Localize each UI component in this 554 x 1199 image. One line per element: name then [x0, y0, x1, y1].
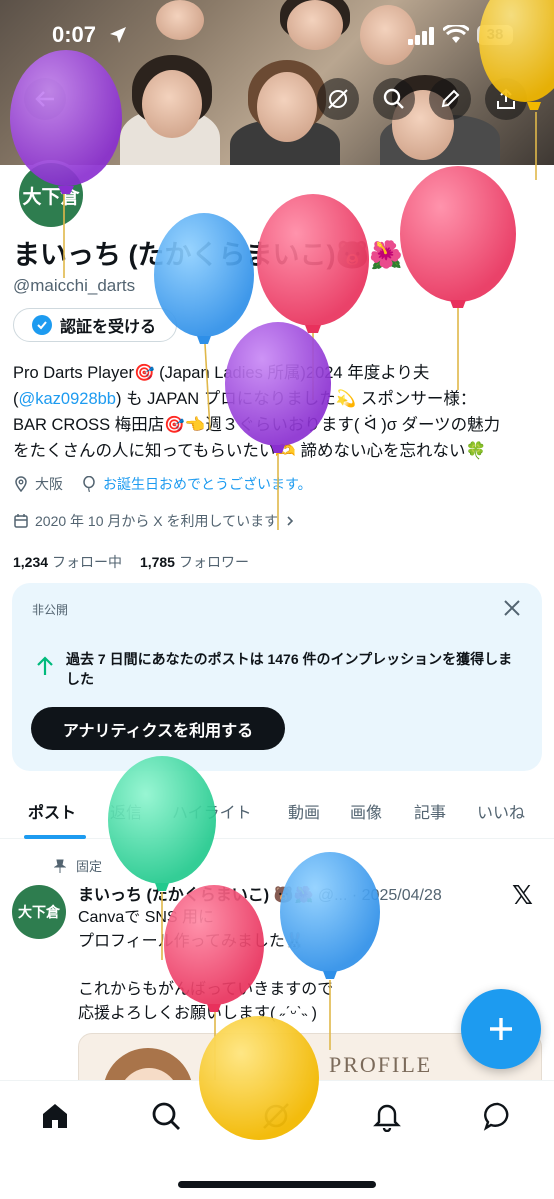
- wifi-icon: [443, 25, 469, 43]
- signal-icon: [408, 27, 434, 45]
- joined-date: 2020 年 10 月から X を利用しています: [35, 513, 279, 529]
- tab-videos[interactable]: 動画: [288, 799, 320, 823]
- share-icon: [497, 88, 515, 109]
- profile-bio: Pro Darts Player🎯 (Japan Ladies 所属)2024 …: [13, 360, 543, 464]
- post-handle: @...: [317, 887, 348, 904]
- chevron-right-icon: [287, 516, 294, 526]
- following-label: フォロー中: [52, 554, 123, 570]
- profile-handle: @maicchi_darts: [13, 276, 136, 295]
- get-verified-button[interactable]: 認証を受ける: [13, 308, 177, 342]
- bell-icon: [373, 1104, 401, 1132]
- balloon-pink-2: [400, 166, 516, 390]
- search-icon: [383, 88, 404, 109]
- tab-highlights[interactable]: ハイライト: [172, 799, 252, 823]
- profile-name: まいっち (たかくらまいこ)🐻🌺: [13, 240, 403, 270]
- share-button[interactable]: [485, 78, 527, 120]
- search-icon: [152, 1102, 180, 1130]
- following-link[interactable]: 1,234 フォロー中: [13, 554, 122, 570]
- verified-badge-icon: [32, 315, 52, 335]
- bio-line-2: (@kaz0928bb) も JAPAN プロになりました💫 スポンサー様：: [13, 386, 543, 412]
- post-date: 2025/04/28: [361, 887, 442, 904]
- back-button[interactable]: [24, 78, 66, 120]
- birthday-link[interactable]: お誕生日おめでとうございます。: [103, 474, 312, 494]
- location-arrow-icon: [110, 27, 126, 43]
- post-separator: ·: [351, 887, 358, 904]
- status-bar: 0:07 38: [0, 22, 554, 52]
- pinned-label: 固定: [76, 859, 103, 874]
- bio-mention-link[interactable]: @kaz0928bb: [19, 390, 117, 408]
- edit-button[interactable]: [429, 78, 471, 120]
- impressions-message: 過去 7 日間にあなたのポストは 1476 件のインプレッションを獲得しました: [66, 651, 513, 687]
- post-author[interactable]: まいっち (たかくらまいこ) 🐻🌺: [78, 887, 313, 904]
- grok-icon: [328, 89, 348, 109]
- bio-line-2-rest: ) も JAPAN プロになりました💫 スポンサー様：: [116, 390, 477, 408]
- following-count: 1,234: [13, 554, 49, 570]
- nav-grok[interactable]: [259, 1099, 293, 1133]
- profile-tabs: ポスト 返信 ハイライト 動画 画像 記事 いいね: [0, 785, 554, 839]
- plus-icon: [490, 1018, 512, 1040]
- bio-line-4: をたくさんの人に知ってもらいたい🫶 諦めない心を忘れない🍀: [13, 442, 487, 460]
- profile-avatar[interactable]: 大下倉: [16, 160, 86, 230]
- nav-notifications[interactable]: [370, 1099, 404, 1133]
- close-icon[interactable]: [502, 598, 522, 618]
- private-label: 非公開: [32, 603, 69, 617]
- joined-row[interactable]: 2020 年 10 月から X を利用しています: [13, 511, 296, 531]
- get-verified-label: 認証を受ける: [60, 319, 157, 336]
- profile-location: 大阪: [35, 476, 63, 492]
- followers-count: 1,785: [139, 554, 175, 570]
- post-header: まいっち (たかくらまいこ) 🐻🌺 @... · 2025/04/28: [78, 881, 498, 905]
- nav-search[interactable]: [149, 1099, 183, 1133]
- followers-link[interactable]: 1,785 フォロワー: [140, 554, 249, 570]
- x-logo-icon[interactable]: 𝕏: [512, 880, 533, 911]
- pinned-indicator: 固定: [54, 856, 102, 875]
- battery-indicator: 38: [477, 25, 513, 45]
- followers-label: フォロワー: [178, 554, 249, 570]
- bio-line-3: BAR CROSS 梅田店🎯👈週３ぐらいおります( ᐛ )σ ダーツの魅力: [13, 416, 501, 434]
- message-bubble-icon: [483, 1102, 509, 1131]
- grok-button[interactable]: [317, 78, 359, 120]
- trend-up-arrow-icon: [37, 656, 53, 675]
- grok-icon: [263, 1103, 289, 1129]
- balloon-icon: [83, 476, 95, 492]
- search-button[interactable]: [373, 78, 415, 120]
- status-time: 0:07: [52, 22, 97, 47]
- nav-messages[interactable]: [481, 1099, 515, 1133]
- pin-icon: [54, 859, 66, 873]
- tab-replies[interactable]: 返信: [110, 799, 142, 823]
- nav-home[interactable]: [38, 1099, 72, 1133]
- back-arrow-icon: [35, 91, 54, 107]
- home-icon: [43, 1104, 67, 1128]
- calendar-icon: [14, 514, 28, 528]
- bio-line-1: Pro Darts Player🎯 (Japan Ladies 所属)2024 …: [13, 364, 430, 382]
- post-text: Canvaで SNS 用に プロフィール作ってみました🐰 これからもがんばってい…: [78, 909, 334, 1022]
- pencil-icon: [441, 89, 460, 108]
- follow-stats: 1,234 フォロー中 1,785 フォロワー: [13, 552, 249, 572]
- tab-posts[interactable]: ポスト: [28, 799, 76, 823]
- post-avatar[interactable]: 大下倉: [12, 885, 66, 939]
- active-tab-indicator: [24, 835, 86, 839]
- compose-post-button[interactable]: [461, 989, 541, 1069]
- tab-likes[interactable]: いいね: [477, 799, 525, 823]
- tab-images[interactable]: 画像: [350, 799, 382, 823]
- post-image-caption: PROFILE: [329, 1052, 433, 1077]
- tab-articles[interactable]: 記事: [414, 799, 446, 823]
- bottom-navigation: [0, 1080, 554, 1199]
- home-indicator: [178, 1181, 376, 1188]
- profile-meta: 大阪 お誕生日おめでとうございます。: [13, 474, 312, 494]
- location-pin-icon: [15, 476, 27, 492]
- use-analytics-button[interactable]: アナリティクスを利用する: [31, 707, 285, 750]
- analytics-card: 非公開 過去 7 日間にあなたのポストは 1476 件のインプレッションを獲得し…: [12, 583, 542, 771]
